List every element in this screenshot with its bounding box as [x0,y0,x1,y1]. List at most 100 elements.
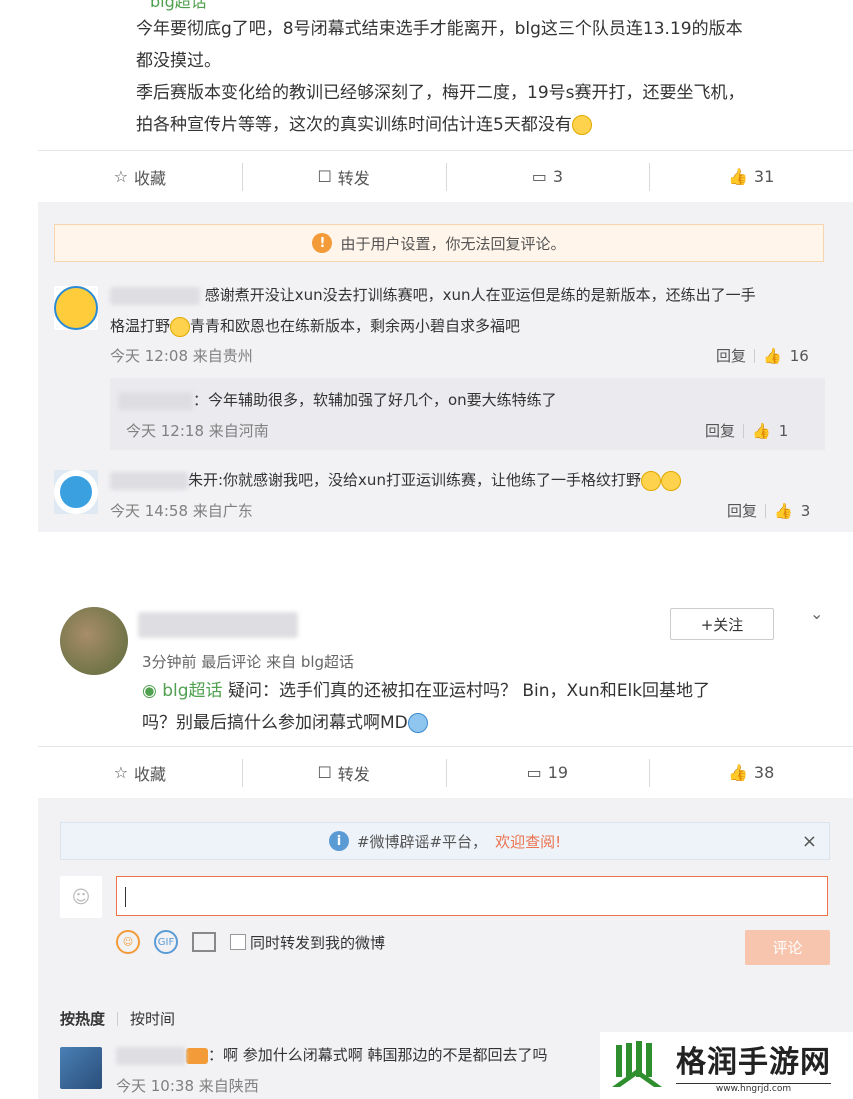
favorite-button[interactable]: ☆ 收藏 [38,151,242,202]
comment-body: 朱开:你就感谢我吧，没给xun打亚运训练赛，让他练了一手格纹打野 [188,471,641,489]
username-blurred[interactable] [118,391,193,410]
comment-button[interactable]: ▭ 3 [445,151,650,202]
comment-text: ：啊 参加什么闭幕式啊 韩国那边的不是都回去了吗 [116,1040,548,1071]
topic-icon: ◉ [142,681,163,701]
repost-label: 转发 [337,168,370,188]
thumb-up-icon[interactable]: 👍 [763,347,782,365]
comment-actions: 回复 👍 16 [716,345,809,366]
comment-text: 朱开:你就感谢我吧，没给xun打亚运训练赛，让他练了一手格纹打野 [110,465,681,496]
like-count: 1 [778,421,789,440]
gif-icon[interactable]: GIF [154,930,178,954]
tip-link[interactable]: 欢迎查阅! [495,831,561,852]
warning-icon: ! [312,233,333,253]
post-line2: 吗？别最后搞什么参加闭幕式啊MD [142,713,408,733]
reply-button[interactable]: 回复 [727,500,757,521]
site-watermark: 格润手游网 www.hngrjd.com [600,1032,853,1099]
site-logo-icon [612,1040,662,1087]
post-actions: ☆ 收藏 ☐ 转发 ▭ 3 👍 31 [38,150,853,202]
username-blurred[interactable] [110,471,188,490]
comment-count: 19 [547,763,569,782]
sort-hot-tab[interactable]: 按热度 [60,1008,105,1029]
smile-emoji-icon [571,115,592,135]
thumb-up-icon[interactable]: 👍 [752,422,771,440]
chevron-down-icon[interactable]: ⌄ [810,604,823,623]
notice-text: 由于用户设置，你无法回复评论。 [340,234,566,253]
divider [754,348,756,363]
comment-text: 感谢煮开没让xun没去打训练赛吧，xun人在亚运但是练的是新版本，还练出了一手 … [110,280,825,342]
username-blurred[interactable] [116,1046,186,1065]
post-meta: 3分钟前 最后评论 来自 blg超话 [142,653,355,671]
post-line: 今年要彻底g了吧，8号闭幕式结束选手才能离开，blg这三个队员连13.19的版本 [136,19,743,39]
checkbox[interactable] [230,934,246,950]
favorite-label: 收藏 [134,168,167,188]
star-icon: ☆ [113,167,129,186]
comment-line2b: 青青和欧恩也在练新版本，剩余两小碧自求多福吧 [190,317,521,335]
avatar[interactable] [54,470,98,514]
sort-time-tab[interactable]: 按时间 [130,1008,175,1029]
like-count: 16 [789,346,809,365]
sub-reply-text: ：今年辅助很多，软辅加强了好几个，on要大练特练了 [118,385,557,416]
comment-time: 今天 14:58 来自广东 [110,502,253,520]
laugh-cry-emoji-icon [170,316,191,337]
sub-reply-body: ：今年辅助很多，软辅加强了好几个，on要大练特练了 [193,391,557,409]
favorite-button[interactable]: ☆ 收藏 [38,747,242,798]
sub-reply-time: 今天 12:18 来自河南 [126,422,269,440]
crying-face-icon [54,286,98,330]
repost-button[interactable]: ☐ 转发 [241,151,446,202]
watermark-text: 格润手游网 www.hngrjd.com [676,1037,831,1094]
post-line-last: 拍各种宣传片等等，这次的真实训练时间估计连5天都没有 [136,109,826,141]
comment-time: 今天 10:38 来自陕西 [116,1077,259,1095]
close-icon[interactable]: × [802,831,817,852]
divider [743,423,745,438]
reply-button[interactable]: 回复 [716,345,746,366]
image-icon[interactable] [192,932,216,952]
repost-icon: ☐ [317,763,332,782]
repost-check-label: 同时转发到我的微博 [250,933,386,952]
topic-tag-label: blg超话 [150,0,207,11]
post-line: 季后赛版本变化给的教训已经够深刻了，梅开二度，19号s赛开打，还要坐飞机， [136,83,745,103]
sort-options: 按热度 按时间 [60,1008,175,1029]
reply-button[interactable]: 回复 [705,420,735,441]
info-icon: i [328,831,349,851]
thumb-up-icon[interactable]: 👍 [774,502,793,520]
post-body: ◉ blg超话 疑问：选手们真的还被扣在亚运村吗？ Bin，Xun和Elk回基地… [142,675,822,739]
reply-disabled-notice: ! 由于用户设置，你无法回复评论。 [54,224,824,262]
author-avatar[interactable] [60,607,128,675]
like-count: 38 [753,763,775,782]
thumb-up-icon: 👍 [727,763,748,782]
user-placeholder-icon: ☺ [71,886,91,908]
comment-input[interactable] [116,876,828,916]
avatar[interactable] [54,286,98,330]
favorite-label: 收藏 [134,764,167,784]
tip-text: #微博辟谣#平台， [356,832,488,851]
topic-tag[interactable]: ◉ blg超话 [142,681,223,701]
tip-bar: i #微博辟谣#平台， 欢迎查阅! × [60,822,830,860]
divider [765,503,767,518]
like-button[interactable]: 👍 38 [649,747,853,798]
repost-icon: ☐ [317,167,332,186]
topic-tag-label: blg超话 [162,681,223,701]
post-line: 都没摸过。 [136,51,221,71]
follow-button[interactable]: +关注 [670,608,774,640]
sub-reply-actions: 回复 👍 1 [705,420,788,441]
like-count: 31 [753,167,775,186]
laugh-cry-emoji-icon [660,470,681,491]
doraemon-icon [54,470,98,514]
repost-checkbox[interactable]: 同时转发到我的微博 [230,932,385,953]
like-count: 3 [800,501,811,520]
comment-line1: 感谢煮开没让xun没去打训练赛吧，xun人在亚运但是练的是新版本，还练出了一手 [204,286,756,304]
submit-comment-button[interactable]: 评论 [745,930,830,965]
avatar[interactable] [60,1047,102,1089]
post-body: 今年要彻底g了吧，8号闭幕式结束选手才能离开，blg这三个队员连13.19的版本… [136,13,826,141]
comment-button[interactable]: ▭ 19 [445,747,650,798]
follow-label: +关注 [700,615,744,634]
repost-button[interactable]: ☐ 转发 [241,747,446,798]
comment-icon: ▭ [526,763,542,782]
topic-tag[interactable]: blg超话 [150,0,207,12]
author-name-blurred[interactable] [138,612,298,638]
vip-badge-icon [186,1047,208,1064]
like-button[interactable]: 👍 31 [649,151,853,202]
username-blurred[interactable] [110,286,200,305]
comment-body: ：啊 参加什么闭幕式啊 韩国那边的不是都回去了吗 [208,1046,548,1064]
emoji-picker-icon[interactable]: ☺ [116,930,140,954]
